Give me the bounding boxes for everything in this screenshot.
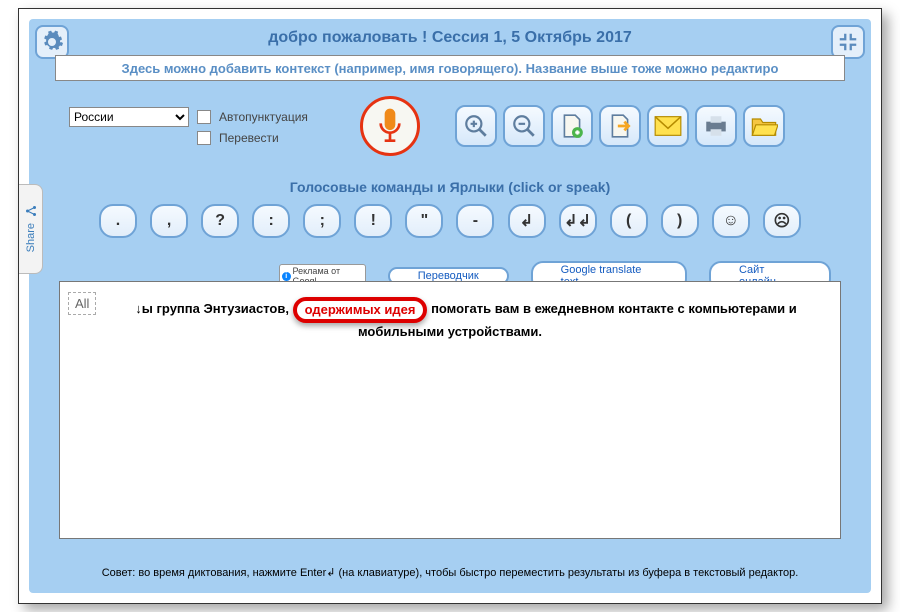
zoom-in-icon	[463, 113, 489, 139]
voice-commands-header: Голосовые команды и Ярлыки (click or spe…	[29, 179, 871, 195]
language-group: России Автопунктуация Перевести	[69, 107, 308, 145]
footer-tip: Совет: во время диктования, нажмите Ente…	[59, 566, 841, 579]
document-add-icon	[559, 113, 585, 139]
text-editor[interactable]: All ↓ы группа Энтузиастов, одержимых иде…	[59, 281, 841, 539]
punct-paren-close[interactable]: )	[661, 204, 699, 238]
punct-colon[interactable]: :	[252, 204, 290, 238]
punct-sad[interactable]: ☹	[763, 204, 801, 238]
punct-period[interactable]: .	[99, 204, 137, 238]
autopunct-label: Автопунктуация	[219, 110, 308, 124]
punctuation-row: . , ? : ; ! " - ↲ ↲↲ ( ) ☺ ☹	[99, 204, 801, 238]
email-button[interactable]	[647, 105, 689, 147]
highlighted-phrase: одержимых идея	[293, 297, 428, 323]
email-icon	[654, 113, 682, 139]
punct-newline[interactable]: ↲	[508, 204, 546, 238]
zoom-out-button[interactable]	[503, 105, 545, 147]
punct-quote[interactable]: "	[405, 204, 443, 238]
collapse-button[interactable]	[831, 25, 865, 59]
export-button[interactable]	[599, 105, 641, 147]
share-tab[interactable]: Share	[19, 184, 43, 274]
collapse-icon	[837, 31, 859, 53]
language-select[interactable]: России	[69, 107, 189, 127]
punct-comma[interactable]: ,	[150, 204, 188, 238]
microphone-button[interactable]	[360, 96, 420, 156]
punct-exclaim[interactable]: !	[354, 204, 392, 238]
punct-question[interactable]: ?	[201, 204, 239, 238]
app-frame: Share добро пожаловать ! Сессия 1, 5 Окт…	[18, 8, 882, 604]
toolbar	[455, 105, 785, 147]
share-icon	[25, 205, 37, 217]
autopunct-checkbox[interactable]	[197, 110, 211, 124]
controls-row: России Автопунктуация Перевести	[69, 101, 841, 151]
open-folder-button[interactable]	[743, 105, 785, 147]
print-button[interactable]	[695, 105, 737, 147]
folder-icon	[750, 114, 778, 138]
translate-checkbox[interactable]	[197, 131, 211, 145]
punct-paren-open[interactable]: (	[610, 204, 648, 238]
punct-dash[interactable]: -	[456, 204, 494, 238]
info-icon: i	[282, 272, 291, 281]
zoom-out-icon	[511, 113, 537, 139]
punct-smile[interactable]: ☺	[712, 204, 750, 238]
microphone-icon	[374, 106, 406, 146]
translate-label: Перевести	[219, 131, 279, 145]
zoom-in-button[interactable]	[455, 105, 497, 147]
editor-content[interactable]: ↓ы группа Энтузиастов, одержимых идея по…	[68, 296, 832, 342]
gear-icon	[40, 30, 64, 54]
punct-semicolon[interactable]: ;	[303, 204, 341, 238]
share-label: Share	[25, 223, 37, 252]
export-icon	[607, 113, 633, 139]
page-title[interactable]: добро пожаловать ! Сессия 1, 5 Октябрь 2…	[79, 29, 821, 47]
punct-double-newline[interactable]: ↲↲	[559, 204, 597, 238]
context-input[interactable]	[55, 55, 845, 81]
printer-icon	[703, 113, 729, 139]
main-panel: добро пожаловать ! Сессия 1, 5 Октябрь 2…	[29, 19, 871, 593]
settings-button[interactable]	[35, 25, 69, 59]
new-doc-button[interactable]	[551, 105, 593, 147]
